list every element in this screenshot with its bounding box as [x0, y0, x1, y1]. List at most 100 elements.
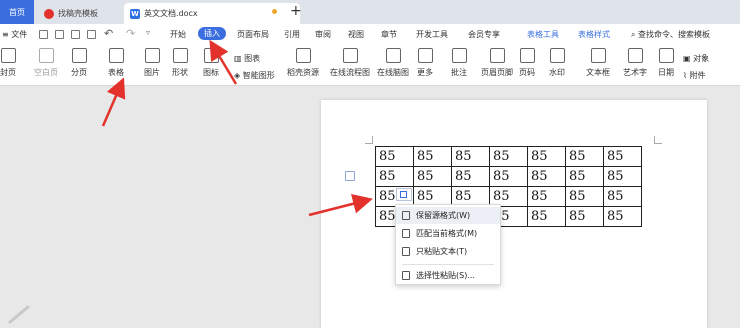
object-button[interactable]: ▣ 对象	[683, 53, 709, 64]
object-label: 对象	[693, 54, 710, 63]
search-icon: ⌕	[631, 30, 636, 39]
unsaved-dot-icon	[272, 9, 277, 14]
redo-icon[interactable]: ↷	[126, 27, 135, 40]
table-cell[interactable]: 85	[489, 146, 528, 167]
file-menu[interactable]: ≡ 文件	[2, 29, 27, 40]
watermark-label: 水印	[549, 68, 565, 77]
table-cell[interactable]: 85	[603, 146, 642, 167]
table-cell[interactable]: 85	[527, 206, 566, 227]
table-cell[interactable]: 85	[565, 206, 604, 227]
new-tab-icon[interactable]: +	[290, 3, 302, 19]
print-icon[interactable]	[71, 30, 80, 39]
paste-special-icon	[402, 271, 410, 280]
menu-item-developer[interactable]: 开发工具	[416, 29, 448, 40]
save-icon[interactable]	[39, 30, 48, 39]
online-flowchart-button[interactable]: 在线流程图	[330, 48, 370, 78]
page-break-icon	[71, 48, 87, 63]
export-icon[interactable]	[55, 30, 64, 39]
date-button[interactable]: 日期	[658, 48, 674, 78]
table-cell[interactable]: 85	[413, 166, 452, 187]
watermark-button[interactable]: 水印	[549, 48, 565, 78]
undo-icon[interactable]: ↶	[104, 27, 113, 40]
cover-page-button[interactable]: 封页	[0, 48, 16, 78]
paste-text-only-label: 只粘贴文本(T)	[416, 247, 468, 256]
blank-page-icon	[38, 48, 54, 63]
page-number-button[interactable]: 页码	[519, 48, 535, 78]
menu-item-section[interactable]: 章节	[381, 29, 397, 40]
table-cell[interactable]: 85	[603, 206, 642, 227]
table-cell[interactable]: 85	[527, 146, 566, 167]
header-footer-button[interactable]: 页眉页脚	[481, 48, 513, 78]
smart-art-button[interactable]: ◈ 智能图形	[234, 70, 275, 81]
menu-item-table-style[interactable]: 表格样式	[578, 29, 610, 40]
page-number-label: 页码	[519, 68, 535, 77]
blank-page-label: 空白页	[34, 68, 58, 77]
word-art-button[interactable]: 艺术字	[623, 48, 647, 78]
table-cell[interactable]: 85	[565, 146, 604, 167]
keep-source-format-item[interactable]: 保留源格式(W)	[396, 207, 500, 224]
menu-item-layout[interactable]: 页面布局	[237, 29, 269, 40]
table-cell[interactable]: 85	[489, 166, 528, 187]
tab-template[interactable]: 找稿壳模板	[38, 3, 122, 24]
tab-template-label: 找稿壳模板	[58, 9, 98, 18]
table-cell[interactable]: 85	[375, 146, 414, 167]
margin-marker-right	[654, 136, 662, 144]
table-cell[interactable]: 85	[603, 186, 642, 207]
attachment-button[interactable]: ⌇ 附件	[683, 70, 705, 81]
header-footer-label: 页眉页脚	[481, 68, 513, 77]
more-button[interactable]: 更多	[417, 48, 433, 78]
file-menu-label: 文件	[11, 30, 28, 39]
table-cell[interactable]: 85	[451, 146, 490, 167]
menu-item-review[interactable]: 审阅	[315, 29, 331, 40]
online-mindmap-button[interactable]: 在线脑图	[377, 48, 409, 78]
section-icon[interactable]	[345, 171, 355, 181]
menu-item-table-tools[interactable]: 表格工具	[527, 29, 559, 40]
menu-item-view[interactable]: 视图	[348, 29, 364, 40]
picture-icon	[144, 48, 160, 63]
word-doc-icon: W	[130, 8, 140, 19]
comment-icon	[451, 48, 467, 63]
date-label: 日期	[658, 68, 674, 77]
comment-button[interactable]: 批注	[451, 48, 467, 78]
picture-button[interactable]: 图片	[144, 48, 160, 78]
match-current-format-item[interactable]: 匹配当前格式(M)	[396, 225, 500, 242]
paste-options-menu: 保留源格式(W) 匹配当前格式(M) 只粘贴文本(T) 选择性粘贴(S)...	[395, 204, 501, 285]
customize-icon[interactable]: ▿	[146, 28, 150, 37]
table-cell[interactable]: 85	[603, 166, 642, 187]
paste-options-icon[interactable]	[396, 188, 412, 201]
table-cell[interactable]: 85	[413, 146, 452, 167]
icon-library-button[interactable]: 图标	[203, 48, 219, 78]
docer-resources-icon	[295, 48, 311, 63]
page-break-label: 分页	[71, 68, 87, 77]
menu-item-references[interactable]: 引用	[284, 29, 300, 40]
text-box-button[interactable]: 文本框	[586, 48, 610, 78]
menu-item-member[interactable]: 会员专享	[468, 29, 500, 40]
paste-special-item[interactable]: 选择性粘贴(S)...	[396, 267, 500, 284]
table-label: 表格	[108, 68, 124, 77]
blank-page-button[interactable]: 空白页	[34, 48, 58, 78]
table-button[interactable]: 表格	[108, 48, 124, 78]
table-cell[interactable]: 85	[565, 166, 604, 187]
table-cell[interactable]: 85	[451, 166, 490, 187]
preview-icon[interactable]	[87, 30, 96, 39]
tab-home[interactable]: 首页	[0, 0, 34, 24]
paste-text-only-item[interactable]: 只粘贴文本(T)	[396, 243, 500, 260]
object-icon: ▣	[683, 54, 691, 63]
paperclip-icon: ⌇	[683, 71, 687, 80]
search-command[interactable]: ⌕ 查找命令、搜索模板	[631, 29, 710, 40]
text-box-label: 文本框	[586, 68, 610, 77]
more-label: 更多	[417, 68, 433, 77]
table-cell[interactable]: 85	[375, 166, 414, 187]
docer-resources-button[interactable]: 稻壳资源	[287, 48, 319, 78]
shape-button[interactable]: 形状	[172, 48, 188, 78]
match-current-format-label: 匹配当前格式(M)	[416, 229, 478, 238]
menu-item-insert[interactable]: 插入	[198, 27, 226, 40]
cover-page-icon	[0, 48, 16, 63]
online-flowchart-icon	[342, 48, 358, 63]
table-cell[interactable]: 85	[527, 186, 566, 207]
chart-button[interactable]: ▥ 图表	[234, 53, 260, 64]
page-break-button[interactable]: 分页	[71, 48, 87, 78]
table-cell[interactable]: 85	[565, 186, 604, 207]
table-cell[interactable]: 85	[527, 166, 566, 187]
menu-item-start[interactable]: 开始	[170, 29, 186, 40]
